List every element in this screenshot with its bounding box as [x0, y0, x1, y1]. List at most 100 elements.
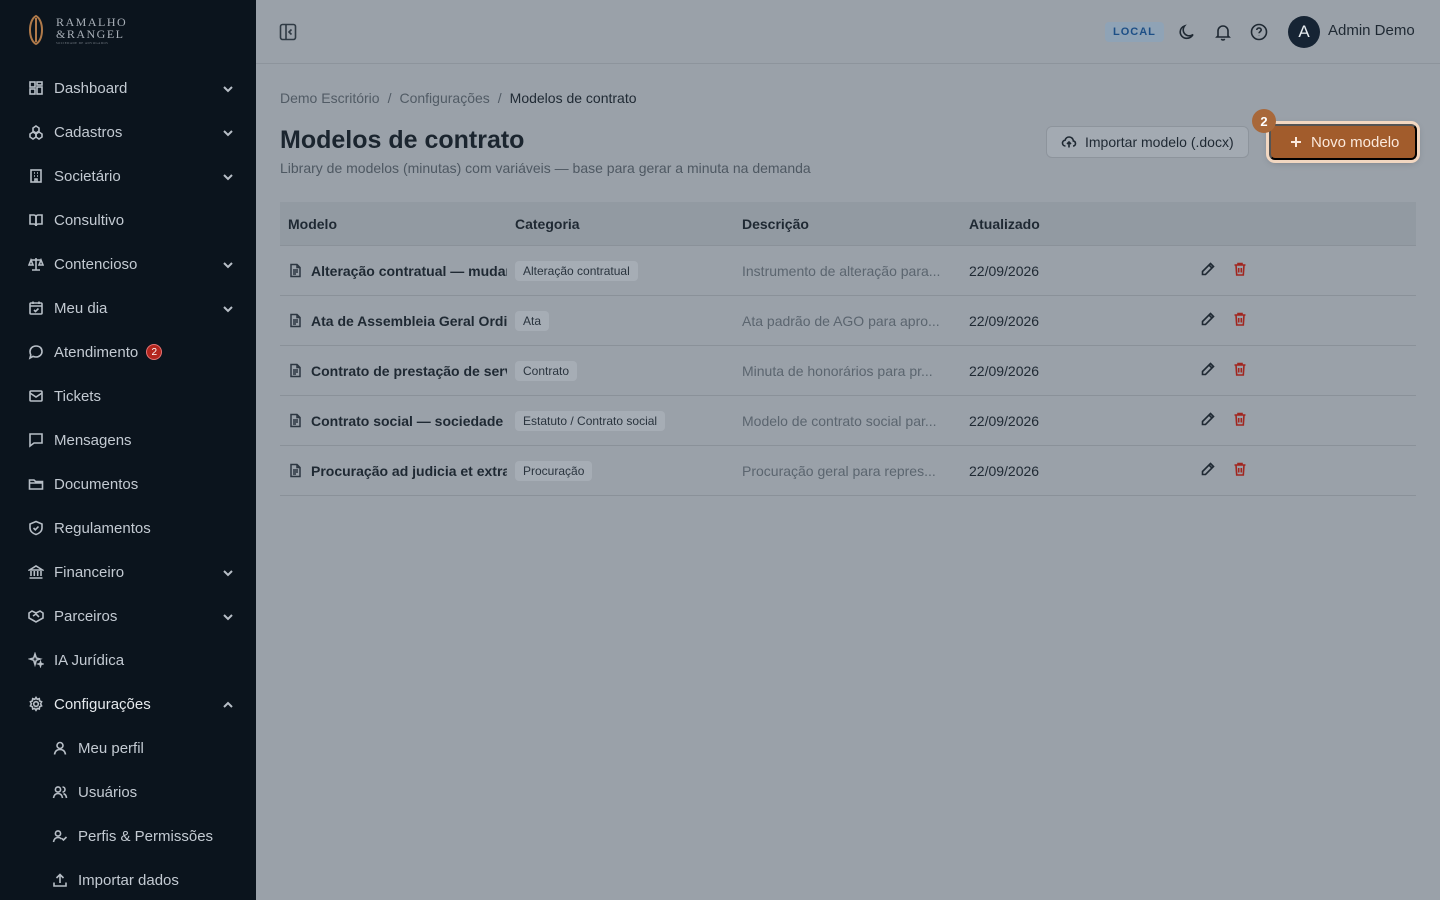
sidebar-toggle-icon[interactable]: [278, 22, 298, 42]
building-icon: [28, 168, 44, 184]
sidebar-item-label: Documentos: [54, 475, 139, 493]
sparkles-icon: [28, 652, 44, 668]
sidebar-subitem-meu-perfil[interactable]: Meu perfil: [0, 726, 256, 770]
table-row[interactable]: Contrato social — sociedade Estatuto / C…: [280, 396, 1416, 446]
sidebar-subitem-importar-dados[interactable]: Importar dados: [0, 858, 256, 900]
new-model-label: Novo modelo: [1311, 133, 1400, 151]
delete-trash-icon[interactable]: [1232, 311, 1248, 330]
sidebar-item-label: Tickets: [54, 387, 101, 405]
sidebar-item-documentos[interactable]: Documentos: [0, 462, 256, 506]
user-name[interactable]: Admin Demo: [1328, 22, 1415, 39]
sidebar-item-label: IA Jurídica: [54, 651, 125, 669]
table-row[interactable]: Procuração ad judicia et extra Procuraçã…: [280, 446, 1416, 496]
sidebar-item-atendimento[interactable]: Atendimento 2: [0, 330, 256, 374]
sidebar-item-ia-juridica[interactable]: IA Jurídica: [0, 638, 256, 682]
sidebar-item-label: Financeiro: [54, 563, 125, 581]
description-cell: Ata padrão de AGO para apro...: [742, 312, 940, 329]
sidebar-subitem-perfis-permissoes[interactable]: Perfis & Permissões: [0, 814, 256, 858]
category-chip: Ata: [515, 310, 550, 331]
sidebar-item-meu-dia[interactable]: Meu dia: [0, 286, 256, 330]
sidebar-item-label: Dashboard: [54, 79, 128, 97]
sidebar-item-consultivo[interactable]: Consultivo: [0, 198, 256, 242]
sidebar-item-societario[interactable]: Societário: [0, 154, 256, 198]
column-header-atualizado[interactable]: Atualizado: [961, 216, 1188, 232]
file-text-icon: [288, 363, 303, 378]
brand-logo-icon: [29, 14, 43, 46]
moon-icon[interactable]: [1177, 22, 1197, 42]
users-icon: [52, 784, 68, 800]
bell-icon[interactable]: [1213, 22, 1233, 42]
delete-trash-icon[interactable]: [1232, 411, 1248, 430]
sidebar-item-dashboard[interactable]: Dashboard: [0, 66, 256, 110]
description-cell: Modelo de contrato social par...: [742, 412, 937, 429]
sidebar-item-cadastros[interactable]: Cadastros: [0, 110, 256, 154]
breadcrumb-item[interactable]: Demo Escritório: [280, 90, 380, 106]
model-name-cell[interactable]: Procuração ad judicia et extra: [280, 463, 507, 479]
sidebar-item-label: Societário: [54, 167, 121, 185]
edit-pencil-icon[interactable]: [1200, 311, 1216, 330]
breadcrumb-current: Modelos de contrato: [509, 90, 637, 106]
chevron-down-icon: [222, 566, 234, 578]
category-chip: Estatuto / Contrato social: [515, 410, 666, 431]
table-row[interactable]: Ata de Assembleia Geral Ordinária Ata At…: [280, 296, 1416, 346]
sidebar-subitem-usuarios[interactable]: Usuários: [0, 770, 256, 814]
import-model-label: Importar modelo (.docx): [1085, 134, 1234, 150]
model-name-cell[interactable]: Ata de Assembleia Geral Ordinária: [280, 313, 507, 329]
brand-line-1: RAMALHO: [56, 14, 128, 29]
column-header-modelo[interactable]: Modelo: [280, 216, 507, 232]
help-circle-icon[interactable]: [1249, 22, 1269, 42]
sidebar: RAMALHO &RANGEL SOCIEDADE DE ADVOGADOS D…: [0, 0, 256, 900]
model-name-cell[interactable]: Contrato social — sociedade: [280, 413, 507, 429]
import-model-button[interactable]: Importar modelo (.docx): [1046, 126, 1249, 158]
main-content: Demo Escritório / Configurações / Modelo…: [256, 64, 1440, 900]
upload-icon: [52, 872, 68, 888]
model-name: Contrato social — sociedade: [311, 412, 504, 429]
top-header: LOCAL A Admin Demo: [256, 0, 1440, 64]
sidebar-item-financeiro[interactable]: Financeiro: [0, 550, 256, 594]
brand-logo[interactable]: RAMALHO &RANGEL SOCIEDADE DE ADVOGADOS: [0, 0, 256, 60]
chevron-down-icon: [222, 610, 234, 622]
step-badge: 2: [1252, 109, 1276, 133]
dashboard-icon: [28, 80, 44, 96]
sidebar-item-mensagens[interactable]: Mensagens: [0, 418, 256, 462]
delete-trash-icon[interactable]: [1232, 461, 1248, 480]
shield-icon: [28, 520, 44, 536]
sidebar-item-regulamentos[interactable]: Regulamentos: [0, 506, 256, 550]
edit-pencil-icon[interactable]: [1200, 361, 1216, 380]
user-check-icon: [52, 828, 68, 844]
edit-pencil-icon[interactable]: [1200, 461, 1216, 480]
edit-pencil-icon[interactable]: [1200, 261, 1216, 280]
sidebar-item-label: Meu dia: [54, 299, 108, 317]
column-header-descricao[interactable]: Descrição: [734, 216, 961, 232]
new-model-button[interactable]: Novo modelo: [1269, 124, 1418, 160]
table-row[interactable]: Alteração contratual — mudança Alteração…: [280, 246, 1416, 296]
sidebar-item-label: Contencioso: [54, 255, 138, 273]
sidebar-item-label: Usuários: [78, 783, 138, 801]
file-text-icon: [288, 463, 303, 478]
category-chip: Procuração: [515, 460, 593, 481]
edit-pencil-icon[interactable]: [1200, 411, 1216, 430]
table-row[interactable]: Contrato de prestação de serviços Contra…: [280, 346, 1416, 396]
sidebar-item-label: Regulamentos: [54, 519, 151, 537]
updated-cell: 22/09/2026: [969, 312, 1040, 329]
sidebar-item-tickets[interactable]: Tickets: [0, 374, 256, 418]
delete-trash-icon[interactable]: [1232, 361, 1248, 380]
model-name-cell[interactable]: Alteração contratual — mudança: [280, 263, 507, 279]
sidebar-item-contencioso[interactable]: Contencioso: [0, 242, 256, 286]
user-icon: [52, 740, 68, 756]
chevron-down-icon: [222, 82, 234, 94]
table-header: Modelo Categoria Descrição Atualizado: [280, 202, 1416, 246]
gear-icon: [28, 696, 44, 712]
model-name-cell[interactable]: Contrato de prestação de serviços: [280, 363, 507, 379]
calendar-icon: [28, 300, 44, 316]
sidebar-item-parceiros[interactable]: Parceiros: [0, 594, 256, 638]
breadcrumb-separator: /: [387, 90, 392, 106]
sidebar-item-label: Cadastros: [54, 123, 123, 141]
avatar[interactable]: A: [1288, 16, 1320, 48]
description-cell: Instrumento de alteração para...: [742, 262, 941, 279]
column-header-categoria[interactable]: Categoria: [507, 216, 734, 232]
delete-trash-icon[interactable]: [1232, 261, 1248, 280]
breadcrumb-item[interactable]: Configurações: [399, 90, 489, 106]
sidebar-item-configuracoes[interactable]: Configurações: [0, 682, 256, 726]
book-icon: [28, 212, 44, 228]
